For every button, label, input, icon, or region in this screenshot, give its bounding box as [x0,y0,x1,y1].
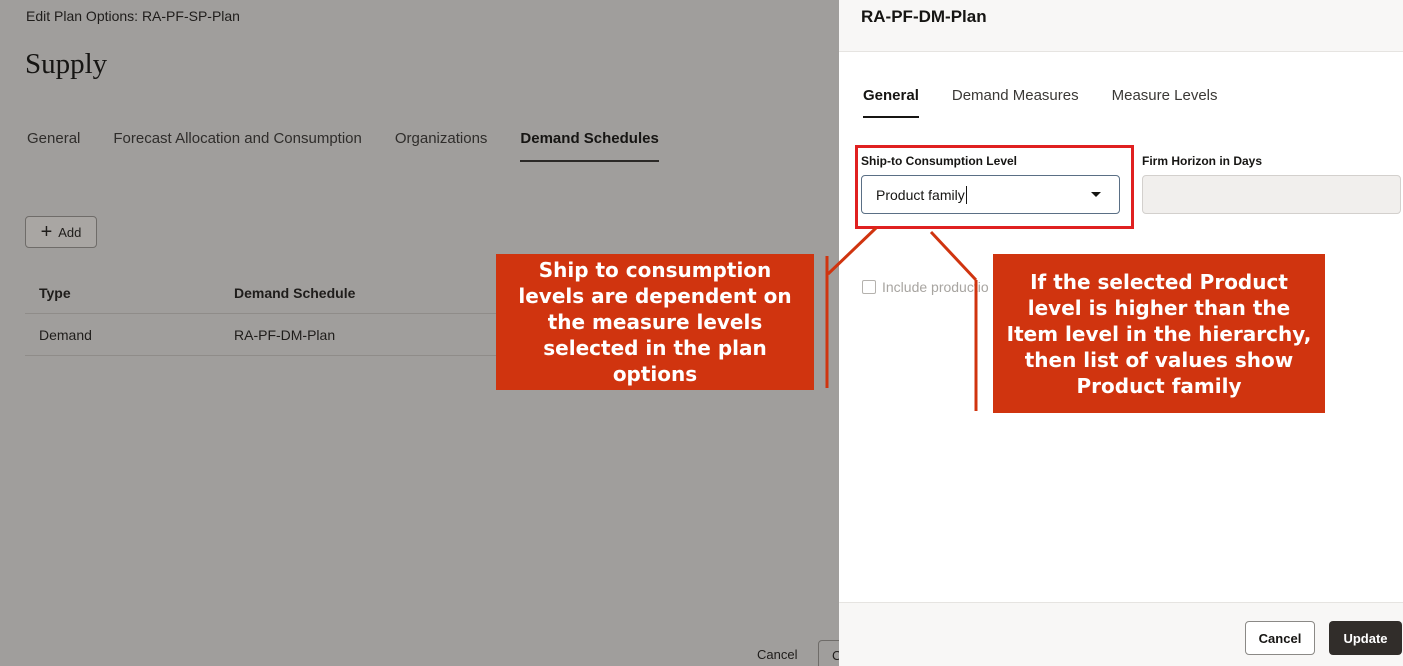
firm-horizon-input[interactable] [1142,175,1401,214]
page-tabs: General Forecast Allocation and Consumpt… [27,130,692,162]
cancel-button[interactable]: Cancel [1245,621,1315,655]
drawer-tab-demand-measures[interactable]: Demand Measures [952,87,1079,118]
cell-demand-schedule: RA-PF-DM-Plan [234,326,336,343]
drawer-tab-general[interactable]: General [863,87,919,118]
cell-type: Demand [39,326,92,343]
firm-horizon-label: Firm Horizon in Days [1142,154,1263,168]
drawer-title: RA-PF-DM-Plan [861,7,987,26]
tab-forecast-allocation[interactable]: Forecast Allocation and Consumption [113,130,361,162]
ship-to-consumption-level-label: Ship-to Consumption Level [861,154,1017,168]
table-row[interactable]: Demand RA-PF-DM-Plan [25,314,525,356]
demand-schedules-table: Type Demand Schedule Demand RA-PF-DM-Pla… [25,272,525,356]
ship-to-consumption-level-select[interactable]: Product family [861,175,1120,214]
text-cursor [965,185,967,204]
include-production-checkbox[interactable] [862,280,876,294]
callout-right: If the selected Product level is higher … [993,254,1325,413]
column-header-demand-schedule: Demand Schedule [234,284,356,301]
page-header: Edit Plan Options: RA-PF-SP-Plan [26,8,240,24]
plus-icon: + [40,221,53,243]
drawer-tabs: General Demand Measures Measure Levels [863,87,1251,118]
tab-organizations[interactable]: Organizations [395,130,488,162]
add-button[interactable]: + Add [25,216,97,248]
update-button[interactable]: Update [1329,621,1402,655]
page-title: Supply [25,48,108,80]
table-header-row: Type Demand Schedule [25,272,525,314]
chevron-down-icon[interactable] [1091,192,1101,197]
tab-demand-schedules[interactable]: Demand Schedules [520,130,659,162]
column-header-type: Type [39,284,71,301]
page-cancel-link[interactable]: Cancel [757,647,797,662]
drawer-tab-measure-levels[interactable]: Measure Levels [1112,87,1218,118]
include-production-label: Include productio [882,279,989,295]
drawer-footer: Cancel Update [839,602,1403,666]
ship-to-consumption-level-value: Product family [876,186,965,203]
tab-general[interactable]: General [27,130,80,162]
callout-left: Ship to consumption levels are dependent… [496,254,814,390]
add-button-label: Add [58,224,82,240]
